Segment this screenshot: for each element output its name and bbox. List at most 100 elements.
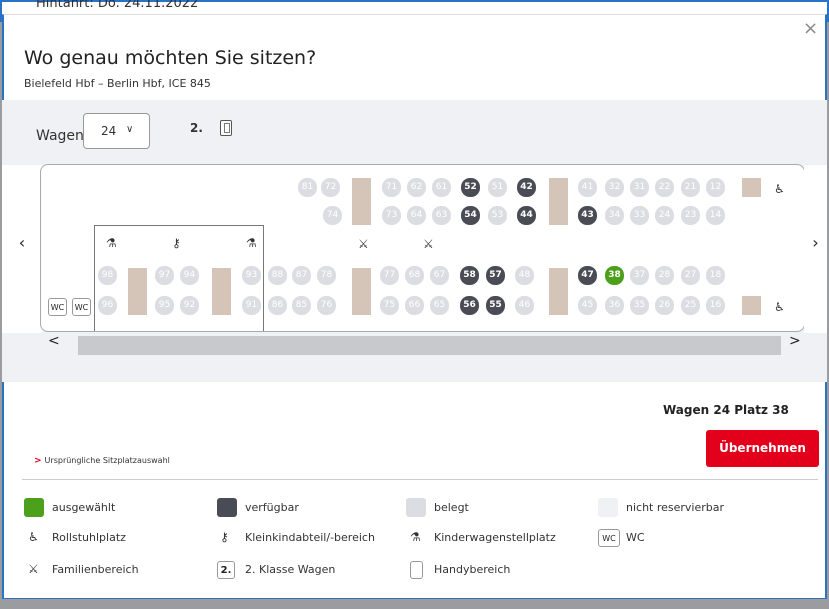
seat-34: 34 bbox=[605, 206, 624, 225]
seat-12: 12 bbox=[706, 178, 725, 197]
legend-available: verfügbar bbox=[245, 501, 299, 514]
legend-stroller: Kinderwagenstellplatz bbox=[434, 531, 556, 544]
seat-72: 72 bbox=[321, 178, 340, 197]
seat-14: 14 bbox=[706, 206, 725, 225]
seat-85: 85 bbox=[292, 296, 311, 315]
seat-56[interactable]: 56 bbox=[460, 296, 479, 315]
table-top-3 bbox=[742, 178, 761, 197]
seat-41: 41 bbox=[578, 178, 597, 197]
scroll-right-button[interactable]: > bbox=[789, 333, 801, 349]
seat-38[interactable]: 38 bbox=[605, 266, 624, 285]
seat-43[interactable]: 43 bbox=[578, 206, 597, 225]
accept-button[interactable]: Übernehmen bbox=[706, 430, 819, 467]
family-icon-1: ⚔ bbox=[358, 237, 369, 251]
seat-57[interactable]: 57 bbox=[486, 266, 505, 285]
seat-71: 71 bbox=[382, 178, 401, 197]
original-selection-link[interactable]: > Ursprüngliche Sitzplatzauswahl bbox=[34, 456, 170, 466]
legend-swatch-not-reservable bbox=[598, 498, 618, 517]
seat-63: 63 bbox=[432, 206, 451, 225]
legend-occupied: belegt bbox=[434, 501, 469, 514]
family-icon: ⚔ bbox=[28, 562, 39, 576]
seat-22: 22 bbox=[655, 178, 674, 197]
seat-65: 65 bbox=[430, 296, 449, 315]
seat-24: 24 bbox=[655, 206, 674, 225]
phone-legend-icon bbox=[410, 561, 423, 579]
seat-45: 45 bbox=[578, 296, 597, 315]
previous-coach-button[interactable]: ‹ bbox=[2, 165, 42, 333]
seat-48: 48 bbox=[515, 266, 534, 285]
wc-2: WC bbox=[72, 298, 91, 316]
seat-25: 25 bbox=[681, 296, 700, 315]
legend-phone: Handybereich bbox=[434, 563, 511, 576]
wheelchair-icon-bottom: ♿ bbox=[774, 300, 785, 314]
legend-not-reservable: nicht reservierbar bbox=[626, 501, 725, 514]
horizontal-scrollbar[interactable] bbox=[78, 336, 781, 355]
seat-46: 46 bbox=[515, 296, 534, 315]
table-bottom-4 bbox=[549, 268, 568, 315]
seat-54[interactable]: 54 bbox=[461, 206, 480, 225]
seat-21: 21 bbox=[681, 178, 700, 197]
background-partial-text: Hintahrt: Do. 24.11.2022 bbox=[36, 0, 199, 11]
seat-52[interactable]: 52 bbox=[461, 178, 480, 197]
toddler-icon: ⚷ bbox=[220, 530, 229, 544]
scroll-left-button[interactable]: < bbox=[48, 333, 60, 349]
wheelchair-icon: ♿ bbox=[28, 530, 39, 544]
seat-66: 66 bbox=[405, 296, 424, 315]
legend-selected: ausgewählt bbox=[52, 501, 116, 514]
seat-18: 18 bbox=[706, 266, 725, 285]
wagen-select[interactable]: 24 ∨ bbox=[83, 113, 150, 149]
stroller-icon: ⚗ bbox=[410, 530, 421, 544]
table-top-1 bbox=[352, 178, 371, 225]
seat-86: 86 bbox=[268, 296, 287, 315]
legend-class: 2. Klasse Wagen bbox=[245, 563, 336, 576]
seat-64: 64 bbox=[407, 206, 426, 225]
seat-61: 61 bbox=[432, 178, 451, 197]
seat-53: 53 bbox=[488, 206, 507, 225]
seat-33: 33 bbox=[630, 206, 649, 225]
seat-58[interactable]: 58 bbox=[460, 266, 479, 285]
phone-icon bbox=[220, 120, 232, 136]
table-bottom-5 bbox=[742, 296, 761, 315]
divider bbox=[22, 479, 818, 480]
chevron-down-icon: ∨ bbox=[126, 124, 134, 135]
seat-44[interactable]: 44 bbox=[517, 206, 536, 225]
legend-swatch-occupied bbox=[406, 498, 426, 517]
seat-36: 36 bbox=[605, 296, 624, 315]
seat-88: 88 bbox=[268, 266, 287, 285]
bottom-bar bbox=[2, 599, 827, 609]
seat-76: 76 bbox=[317, 296, 336, 315]
family-icon-2: ⚔ bbox=[423, 237, 434, 251]
seat-62: 62 bbox=[407, 178, 426, 197]
seat-87: 87 bbox=[292, 266, 311, 285]
seat-68: 68 bbox=[405, 266, 424, 285]
legend-wheelchair: Rollstuhlplatz bbox=[52, 531, 126, 544]
wheelchair-icon-top: ♿ bbox=[774, 182, 785, 196]
seat-31: 31 bbox=[630, 178, 649, 197]
toddler-compartment-frame bbox=[94, 225, 264, 331]
legend-family: Familienbereich bbox=[52, 563, 139, 576]
wc-1: WC bbox=[48, 298, 67, 316]
seat-51: 51 bbox=[488, 178, 507, 197]
screen: Hintahrt: Do. 24.11.2022 × Wo genau möch… bbox=[0, 0, 829, 609]
seat-81: 81 bbox=[298, 178, 317, 197]
chevron-right-icon: > bbox=[34, 456, 42, 466]
seat-55[interactable]: 55 bbox=[486, 296, 505, 315]
close-icon[interactable]: × bbox=[803, 20, 818, 38]
wc-icon: WC bbox=[598, 529, 620, 547]
seat-26: 26 bbox=[655, 296, 674, 315]
table-top-2 bbox=[549, 178, 568, 225]
seat-27: 27 bbox=[681, 266, 700, 285]
legend-swatch-selected bbox=[24, 498, 44, 517]
dialog-title: Wo genau möchten Sie sitzen? bbox=[24, 47, 317, 69]
wagen-value: 24 bbox=[101, 124, 117, 138]
original-selection-label: Ursprüngliche Sitzplatzauswahl bbox=[44, 456, 170, 465]
seat-42[interactable]: 42 bbox=[517, 178, 536, 197]
seat-32: 32 bbox=[605, 178, 624, 197]
seat-47[interactable]: 47 bbox=[578, 266, 597, 285]
seat-23: 23 bbox=[681, 206, 700, 225]
route-info: Bielefeld Hbf – Berlin Hbf, ICE 845 bbox=[24, 77, 211, 90]
next-coach-button[interactable]: › bbox=[804, 165, 827, 333]
seat-67: 67 bbox=[430, 266, 449, 285]
wagen-label: Wagen bbox=[36, 128, 84, 144]
seat-78: 78 bbox=[317, 266, 336, 285]
